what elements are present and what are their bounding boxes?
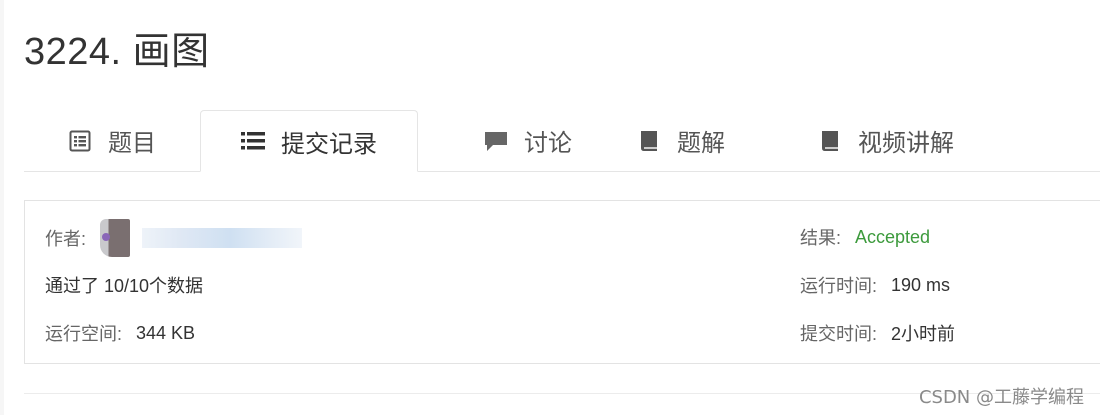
submit-time-row: 提交时间: 2小时前 (800, 320, 955, 346)
tab-problem[interactable]: 题目 (24, 110, 200, 171)
memory-value: 344 KB (136, 322, 196, 343)
book-icon (637, 129, 661, 153)
memory-row: 运行空间: 344 KB (45, 320, 195, 346)
status-badge: Accepted (855, 226, 931, 247)
runtime-label: 运行时间: (800, 276, 878, 296)
submission-panel: 作者: 通过了 10/10个数据 运行空间: 344 KB 结果: Accept… (24, 200, 1100, 364)
list-icon (241, 129, 265, 153)
book-icon (818, 129, 842, 153)
result-label: 结果: (800, 228, 842, 248)
document-icon (68, 129, 92, 153)
passed-row: 通过了 10/10个数据 (45, 272, 203, 298)
tab-discussion[interactable]: 讨论 (418, 110, 638, 171)
submit-time-label: 提交时间: (800, 324, 878, 344)
tab-solutions-label: 题解 (677, 130, 725, 157)
runtime-row: 运行时间: 190 ms (800, 272, 950, 298)
avatar[interactable] (100, 219, 131, 257)
tab-submissions-label: 提交记录 (281, 130, 377, 158)
result-row: 结果: Accepted (800, 224, 930, 250)
tab-problem-label: 题目 (108, 130, 156, 157)
tab-video-label: 视频讲解 (858, 130, 954, 157)
submit-time-value: 2小时前 (891, 324, 956, 344)
comment-icon (484, 129, 508, 153)
tab-video[interactable]: 视频讲解 (798, 110, 974, 171)
tab-solutions[interactable]: 题解 (614, 110, 748, 171)
tab-submissions[interactable]: 提交记录 (200, 110, 418, 172)
tab-bar: 题目 提交记录 讨论 题解 视频讲解 (24, 110, 1100, 172)
runtime-value: 190 ms (891, 274, 951, 295)
author-name-blurred[interactable] (142, 228, 303, 248)
memory-label: 运行空间: (45, 324, 123, 344)
left-edge-strip (0, 0, 4, 415)
watermark: CSDN @工藤学编程 (918, 387, 1084, 408)
passed-text: 通过了 10/10个数据 (45, 276, 204, 296)
author-row: 作者: (45, 218, 303, 258)
author-label: 作者: (45, 229, 87, 249)
tab-discussion-label: 讨论 (524, 130, 572, 157)
page-title: 3224. 画图 (24, 31, 210, 73)
